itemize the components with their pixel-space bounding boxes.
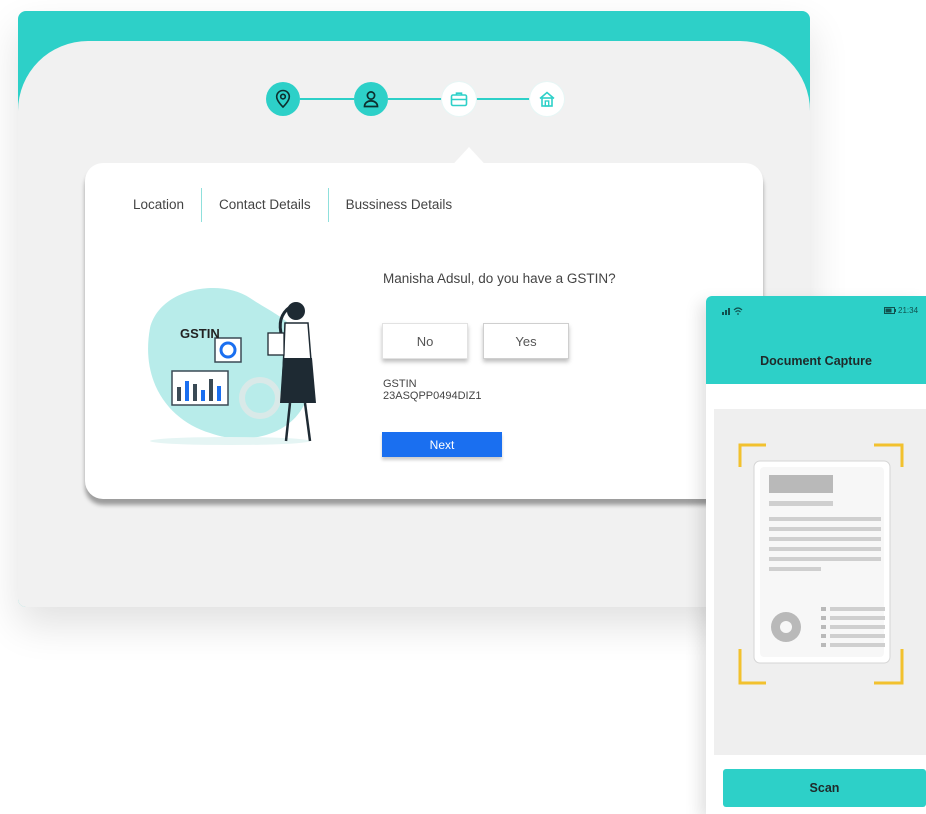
user-icon (363, 91, 379, 108)
gstin-card: Location Contact Details Bussiness Detai… (85, 163, 763, 499)
phone-header: 21:34 Document Capture (706, 296, 926, 384)
next-button[interactable]: Next (382, 432, 502, 457)
battery-icon (884, 307, 896, 314)
gstin-value: 23ASQPP0494DIZ1 (383, 390, 482, 402)
capture-area (714, 409, 926, 755)
location-pin-icon (275, 89, 291, 109)
status-bar-right: 21:34 (884, 306, 918, 315)
briefcase-icon (450, 92, 468, 107)
home-icon (539, 91, 555, 107)
tab-contact-details[interactable]: Contact Details (202, 187, 328, 223)
step-connector (300, 98, 354, 100)
document-frame (738, 443, 904, 685)
illustration-gstin-text: GSTIN (180, 326, 220, 341)
no-button[interactable]: No (382, 323, 468, 359)
step-business[interactable] (442, 82, 476, 116)
phone-screen: 21:34 Document Capture Scan (706, 296, 926, 814)
tab-business-details[interactable]: Bussiness Details (329, 187, 470, 223)
step-contact[interactable] (354, 82, 388, 116)
progress-stepper (266, 79, 566, 119)
yes-button[interactable]: Yes (483, 323, 569, 359)
signal-wifi-icon (722, 306, 744, 317)
gstin-illustration (148, 288, 316, 445)
tab-location[interactable]: Location (133, 187, 201, 223)
desktop-window: Location Contact Details Bussiness Detai… (18, 11, 810, 607)
status-time: 21:34 (898, 306, 919, 315)
gstin-label: GSTIN (383, 378, 417, 390)
form-tabs: Location Contact Details Bussiness Detai… (133, 187, 469, 223)
step-home[interactable] (530, 82, 564, 116)
gstin-question: Manisha Adsul, do you have a GSTIN? (383, 271, 616, 286)
step-connector (388, 98, 442, 100)
step-location[interactable] (266, 82, 300, 116)
phone-title: Document Capture (760, 354, 872, 368)
step-connector (476, 98, 530, 100)
scan-button[interactable]: Scan (723, 769, 926, 807)
